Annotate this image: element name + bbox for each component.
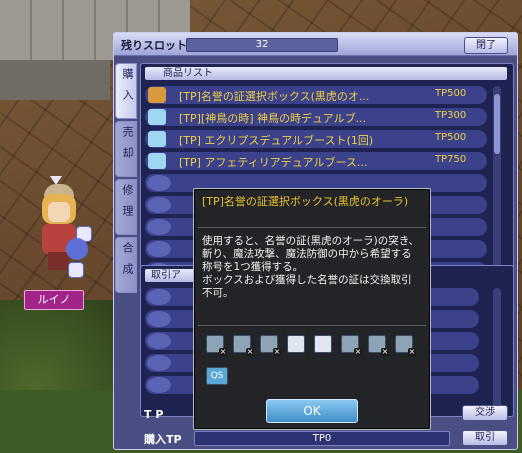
product-row[interactable]: [TP] アフェティリアデュアルブース... TP750 (145, 152, 487, 170)
buy-tp-value: TP0 (194, 431, 450, 446)
product-price: TP750 (435, 154, 467, 165)
trade-button[interactable]: 取引 (462, 430, 508, 446)
sell-icon: × (260, 335, 281, 356)
tab-sell-label: 売却 (121, 126, 134, 168)
product-price: TP500 (435, 132, 467, 143)
trade-icon: × (233, 335, 254, 356)
box-icon (148, 87, 166, 103)
product-price: TP300 (435, 110, 467, 121)
product-name: [TP]名誉の証選択ボックス(黒虎のオ... (179, 90, 370, 103)
tab-synthesis[interactable]: 合成 (115, 237, 137, 293)
close-button[interactable]: 閉了 (464, 37, 508, 54)
empty-slot-icon (147, 311, 171, 327)
product-row[interactable]: [TP][神鳥の時] 神鳥の時デュアルブ... TP300 (145, 108, 487, 126)
product-name: [TP] アフェティリアデュアルブース... (179, 156, 368, 169)
tp-label: T P (144, 408, 164, 421)
pet-status-icon-2 (68, 262, 84, 278)
product-name: [TP][神鳥の時] 神鳥の時デュアルブ... (179, 112, 367, 125)
remaining-slots-value: 32 (186, 38, 338, 52)
restricted-icon: × (408, 347, 416, 356)
empty-slot-icon (147, 241, 171, 257)
buy-tp-label: 購入TP (144, 433, 182, 446)
drop-icon: × (206, 335, 227, 356)
pet-creature[interactable] (66, 238, 88, 260)
product-row[interactable]: [TP]名誉の証選択ボックス(黒虎のオ... TP500 (145, 86, 487, 104)
character-face (48, 202, 70, 222)
tab-repair[interactable]: 修理 (115, 179, 137, 235)
bank-icon (287, 335, 305, 353)
empty-slot-icon (147, 355, 171, 371)
tab-sell[interactable]: 売却 (115, 121, 137, 177)
empty-slot-icon (147, 197, 171, 213)
wing-icon (148, 109, 166, 125)
wing-icon (148, 153, 166, 169)
empty-slot-icon (147, 289, 171, 305)
restricted-icon: × (381, 347, 389, 356)
stone-wall-lower (0, 60, 110, 100)
tooltip-divider (198, 325, 426, 326)
trade-list-scrollbar[interactable] (493, 288, 501, 410)
remaining-slots-label: 残りスロット (121, 39, 187, 52)
tooltip-divider (198, 227, 426, 228)
empty-slot-icon (147, 219, 171, 235)
tab-synthesis-label: 合成 (121, 242, 134, 284)
product-list-scroll-thumb[interactable] (494, 94, 500, 154)
product-row[interactable]: [TP] エクリプスデュアルブースト(1回) TP500 (145, 130, 487, 148)
restricted-icon: × (354, 347, 362, 356)
tooltip-item-name: [TP]名誉の証選択ボックス(黒虎のオーラ) (202, 195, 409, 208)
shop-icon (314, 335, 332, 353)
product-list-title: 商品リスト (163, 68, 213, 79)
restricted-icon: × (246, 347, 254, 356)
restricted-icon: × (219, 347, 227, 356)
tooltip-ok-button[interactable]: OK (266, 399, 358, 423)
empty-slot-icon (147, 175, 171, 191)
empty-slot-icon (147, 333, 171, 349)
tooltip-description: 使用すると、名誉の証(黒虎のオーラ)の突き、斬り、魔法攻撃、魔法防御の中から希望… (202, 235, 420, 299)
mail-icon: × (341, 335, 362, 356)
product-price: TP500 (435, 88, 467, 99)
exchange-button[interactable]: 交渉 (462, 405, 508, 421)
shop-title-bar[interactable]: 残りスロット 32 閉了 (114, 33, 517, 56)
tab-buy[interactable]: 購入 (115, 63, 137, 119)
empty-slot-icon (147, 377, 171, 393)
product-name: [TP] エクリプスデュアルブースト(1回) (179, 134, 374, 147)
product-list-header: 商品リスト (145, 67, 507, 80)
quickslot-icon: QS (206, 367, 228, 385)
tab-buy-label: 購入 (121, 68, 134, 110)
character-name-tag: ルイノ (24, 290, 84, 310)
storage-icon: × (395, 335, 416, 356)
tab-repair-label: 修理 (121, 184, 134, 226)
item-tooltip: [TP]名誉の証選択ボックス(黒虎のオーラ) 使用すると、名誉の証(黒虎のオーラ… (193, 188, 431, 430)
guild-icon: × (368, 335, 389, 356)
wing-icon (148, 131, 166, 147)
restricted-icon: × (273, 347, 281, 356)
